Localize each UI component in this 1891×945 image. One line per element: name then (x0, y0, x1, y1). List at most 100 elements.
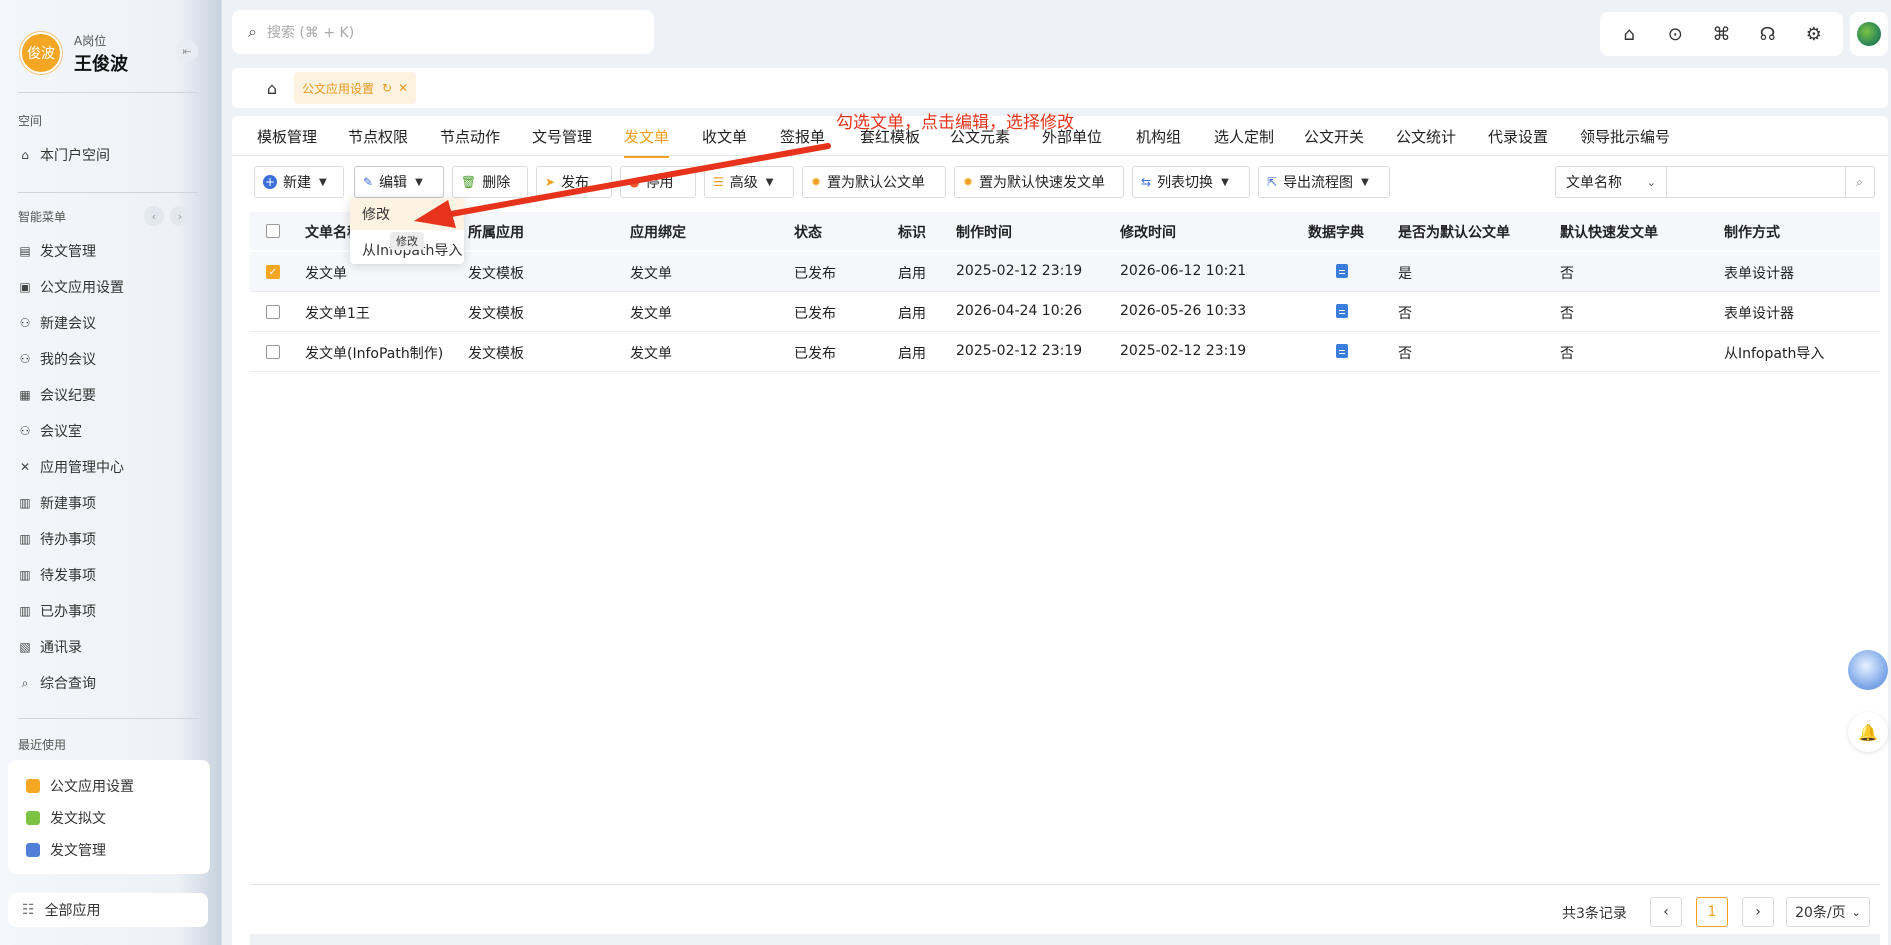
subtab[interactable]: 公文开关 (1304, 126, 1364, 147)
delete-button[interactable]: 🗑 删除 (452, 166, 528, 198)
disable-button[interactable]: ● 停用 (620, 166, 696, 198)
table-row[interactable]: ✓ 发文单 发文模板 发文单 已发布 启用 2025-02-12 23:19 2026-06-… (250, 252, 1880, 292)
table-row[interactable]: 发文单(InfoPath制作) 发文模板 发文单 已发布 启用 2025-02-12 23… (250, 332, 1880, 372)
set-default-fast-button[interactable]: ✹ 置为默认快速发文单 (954, 166, 1124, 198)
sidebar-item[interactable]: ▥ 待发事项 (18, 560, 96, 590)
refresh-icon[interactable]: ↻ (382, 81, 392, 95)
people-icon: ⚇ (19, 352, 31, 366)
prev-page-button[interactable]: ‹ (1650, 897, 1682, 927)
sidebar-item[interactable]: ⚇ 我的会议 (18, 344, 96, 374)
chevron-left-icon[interactable]: ‹ (144, 206, 164, 226)
all-apps-button[interactable]: ☷ 全部应用 (8, 893, 208, 927)
page-number-button[interactable]: 1 (1696, 897, 1728, 927)
sidebar-item-label: 待发事项 (40, 568, 96, 584)
column-header[interactable]: 制作方式 (1724, 222, 1780, 242)
data-dictionary-icon[interactable] (1336, 344, 1348, 358)
column-header[interactable]: 所属应用 (468, 222, 524, 242)
subtab[interactable]: 文号管理 (532, 126, 592, 147)
page-size-label: 20条/页 (1795, 905, 1846, 921)
table-cell: 启用 (898, 306, 926, 322)
sidebar-item[interactable]: ▥ 已办事项 (18, 596, 96, 626)
column-header[interactable]: 标识 (898, 222, 926, 242)
column-header[interactable]: 应用绑定 (630, 222, 686, 242)
row-checkbox[interactable] (266, 345, 280, 359)
table-cell: 从Infopath导入 (1724, 346, 1825, 362)
data-dictionary-icon[interactable] (1336, 304, 1348, 318)
sidebar-item[interactable]: ✕ 应用管理中心 (18, 452, 124, 482)
tab-active[interactable]: 公文应用设置 ↻ ✕ (294, 72, 417, 104)
column-header[interactable]: 数据字典 (1308, 222, 1364, 242)
page-size-select[interactable]: 20条/页 ⌄ (1786, 897, 1870, 927)
recent-item[interactable]: 发文管理 (26, 838, 106, 862)
row-checkbox[interactable] (266, 305, 280, 319)
sidebar-item[interactable]: ▥ 新建事项 (18, 488, 96, 518)
button-label: 高级 (729, 175, 758, 191)
data-dictionary-icon[interactable] (1336, 264, 1348, 278)
subtab[interactable]: 领导批示编号 (1580, 126, 1670, 147)
advanced-button[interactable]: ☰ 高级 ▼ (704, 166, 794, 198)
close-icon[interactable]: ✕ (398, 81, 408, 95)
recent-item[interactable]: 公文应用设置 (26, 774, 134, 798)
tab-strip: ⌂ 公文应用设置 ↻ ✕ (232, 68, 1888, 108)
subtab[interactable]: 签报单 (780, 126, 825, 147)
subtab[interactable]: 发文单 (624, 126, 670, 158)
gear-icon[interactable]: ⚙ (1801, 21, 1827, 47)
horizontal-scrollbar[interactable] (250, 934, 1880, 945)
location-icon[interactable]: ⊙ (1662, 21, 1688, 47)
assistant-avatar[interactable] (1848, 650, 1888, 690)
query-field-select[interactable]: 文单名称 ⌄ (1555, 166, 1667, 198)
row-checkbox[interactable]: ✓ (266, 265, 280, 279)
set-default-button[interactable]: ✹ 置为默认公文单 (802, 166, 946, 198)
grid-icon[interactable]: ⌘ (1708, 21, 1734, 47)
subtab[interactable]: 公文统计 (1396, 126, 1456, 147)
chevron-right-icon[interactable]: › (170, 206, 190, 226)
menu-item-modify[interactable]: 修改 (350, 198, 464, 230)
column-header[interactable]: 是否为默认公文单 (1398, 222, 1510, 242)
column-header[interactable]: 制作时间 (956, 222, 1012, 242)
logo[interactable] (1850, 12, 1888, 56)
avatar[interactable]: 俊波 (20, 32, 62, 74)
user-profile[interactable]: 俊波 A岗位 王俊波 ⇤ (20, 30, 200, 76)
subtab[interactable]: 模板管理 (257, 126, 317, 147)
sidebar-item[interactable]: ⚇ 新建会议 (18, 308, 96, 338)
sidebar-item[interactable]: ▥ 待办事项 (18, 524, 96, 554)
headset-icon[interactable]: ☊ (1755, 21, 1781, 47)
recent-item[interactable]: 发文拟文 (26, 806, 106, 830)
subtab[interactable]: 机构组 (1136, 126, 1181, 147)
sidebar-item[interactable]: ⚇ 会议室 (18, 416, 82, 446)
sidebar-item[interactable]: ▧ 通讯录 (18, 632, 82, 662)
inbox-icon[interactable]: ⌂ (1616, 21, 1642, 47)
subtab[interactable]: 节点动作 (440, 126, 500, 147)
subtab[interactable]: 收文单 (702, 126, 747, 147)
sidebar-item-portal[interactable]: ⌂ 本门户空间 (18, 140, 110, 170)
table-row[interactable]: 发文单1王 发文模板 发文单 已发布 启用 2026-04-24 10:26 2026-05… (250, 292, 1880, 332)
sidebar-item[interactable]: ▤ 发文管理 (18, 236, 96, 266)
query-input[interactable] (1666, 166, 1846, 198)
bell-icon[interactable]: 🔔 (1848, 712, 1888, 752)
select-all-checkbox[interactable] (266, 224, 280, 238)
export-flow-button[interactable]: ⇱ 导出流程图 ▼ (1258, 166, 1390, 198)
search-icon[interactable]: ⌕ (1845, 166, 1875, 198)
home-tab-icon[interactable]: ⌂ (262, 78, 282, 98)
column-header[interactable]: 修改时间 (1120, 222, 1176, 242)
edit-button[interactable]: ✎ 编辑 ▼ (354, 166, 444, 198)
list-switch-button[interactable]: ⇆ 列表切换 ▼ (1132, 166, 1250, 198)
sidebar-item[interactable]: ▦ 会议纪要 (18, 380, 96, 410)
next-page-button[interactable]: › (1742, 897, 1774, 927)
button-label: 导出流程图 (1283, 175, 1354, 191)
all-apps-label: 全部应用 (44, 903, 101, 919)
search-input[interactable]: ⌕ 搜索 (⌘ + K) (232, 10, 654, 54)
sidebar-item-label: 综合查询 (40, 676, 96, 692)
column-header[interactable]: 默认快速发文单 (1560, 222, 1658, 242)
column-header[interactable]: 状态 (794, 222, 822, 242)
button-label: 置为默认公文单 (827, 175, 926, 191)
subtab[interactable]: 代录设置 (1488, 126, 1548, 147)
subtab[interactable]: 选人定制 (1214, 126, 1274, 147)
sidebar-item[interactable]: ▣ 公文应用设置 (18, 272, 124, 302)
app-icon (26, 843, 40, 857)
subtab[interactable]: 节点权限 (348, 126, 408, 147)
sidebar-item[interactable]: ⌕ 综合查询 (18, 668, 96, 698)
new-button[interactable]: + 新建 ▼ (254, 166, 344, 198)
publish-button[interactable]: ➤ 发布 (536, 166, 612, 198)
collapse-sidebar-icon[interactable]: ⇤ (176, 40, 198, 62)
